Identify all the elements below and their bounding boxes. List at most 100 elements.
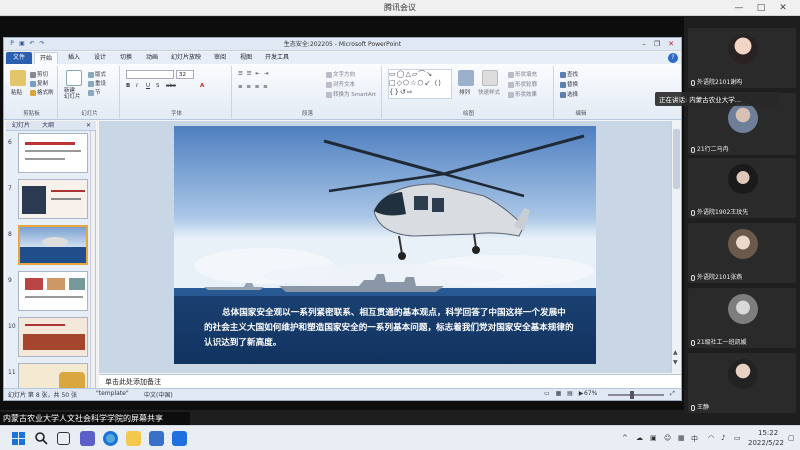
tab-review[interactable]: 审阅 [208, 52, 232, 64]
wifi-icon[interactable]: ◠ [708, 434, 714, 442]
thumbnail-scrollbar[interactable] [90, 131, 95, 389]
find-button[interactable]: 查找 [560, 70, 578, 78]
battery-icon[interactable]: ▭ [734, 434, 741, 442]
screen-share-text: 内蒙古农业大学人文社会科学学院的屏幕共享 [3, 414, 163, 423]
tab-animations[interactable]: 动画 [140, 52, 164, 64]
view-buttons[interactable]: ▭ ▦ ▤ ▶ [544, 390, 585, 397]
notification-icon[interactable]: ▢ [788, 434, 795, 442]
panel-close-icon[interactable]: ✕ [86, 121, 91, 131]
smartart-button[interactable]: 转换为 SmartArt [326, 90, 376, 98]
vertical-scrollbar[interactable]: ▲ ▼ [671, 121, 681, 373]
help-icon[interactable]: ? [668, 53, 678, 63]
tab-developer[interactable]: 开发工具 [260, 52, 294, 64]
close-button[interactable]: ✕ [777, 2, 789, 14]
avatar [728, 103, 758, 133]
bold-button[interactable]: B [126, 83, 130, 89]
participant-tile[interactable]: 21级社工一班凯媛 [688, 288, 796, 348]
zoom-slider-thumb[interactable] [630, 391, 634, 399]
search-icon[interactable] [34, 431, 49, 446]
tab-outline-panel[interactable]: 大纲 [42, 121, 54, 131]
fit-window-icon[interactable]: ⤢ [670, 390, 675, 398]
store-icon[interactable] [149, 431, 164, 446]
tab-home[interactable]: 开始 [34, 52, 58, 64]
theme-name: "template" [96, 390, 129, 397]
thumb-slide-8-selected[interactable] [18, 225, 88, 265]
start-icon[interactable] [11, 431, 26, 446]
italic-button[interactable]: I [136, 83, 138, 89]
replace-button[interactable]: 替换 [560, 80, 578, 88]
shadow-button[interactable]: S [156, 83, 160, 89]
strikethrough-button[interactable]: abc [166, 83, 176, 89]
scroll-thumb[interactable] [673, 129, 680, 189]
copy-button[interactable]: 复制 [30, 79, 48, 87]
next-slide-icon[interactable]: ▼ [673, 359, 678, 366]
ppt-minimize-icon[interactable]: – [639, 39, 649, 49]
reset-button[interactable]: 重设 [88, 79, 106, 87]
thumb-slide-6[interactable] [18, 133, 88, 173]
tray-cloud-icon[interactable]: ☁ [636, 434, 643, 442]
minimize-button[interactable]: — [733, 2, 745, 14]
tray-app-icon[interactable]: ▣ [650, 434, 657, 442]
participant-tile[interactable]: 王静 [688, 353, 796, 413]
format-painter-button[interactable]: 格式刷 [30, 88, 54, 96]
thumb-slide-11[interactable] [18, 363, 88, 389]
volume-icon[interactable]: ♪ [721, 434, 725, 442]
quick-styles-button[interactable]: 快速样式 [478, 88, 500, 96]
slide-number: 9 [8, 277, 12, 284]
edge-icon[interactable] [103, 431, 118, 446]
ppt-close-icon[interactable]: ✕ [666, 39, 676, 49]
tab-design[interactable]: 设计 [88, 52, 112, 64]
shape-outline-button[interactable]: 形状轮廓 [508, 80, 537, 88]
thumb-slide-10[interactable] [18, 317, 88, 357]
font-color-button[interactable]: A [200, 83, 204, 89]
shapes-gallery[interactable]: ▭◯△▱⌒↘ □◇⬠☆⬡↙ ⟨⟩{}↺⇨ [388, 69, 452, 99]
shape-effect-button[interactable]: 形状效果 [508, 90, 537, 98]
file-explorer-icon[interactable] [126, 431, 141, 446]
prev-slide-icon[interactable]: ▲ [673, 349, 678, 356]
zoom-slider[interactable] [608, 394, 664, 396]
tab-file[interactable]: 文件 [6, 52, 32, 64]
clock-date[interactable]: 2022/5/22 [748, 439, 784, 447]
align-buttons[interactable]: ≡ ≡ ≡ ≡ [238, 84, 269, 90]
select-button[interactable]: 选择 [560, 90, 578, 98]
ppt-restore-icon[interactable]: ❐ [652, 39, 662, 49]
tab-insert[interactable]: 插入 [62, 52, 86, 64]
thumb-slide-7[interactable] [18, 179, 88, 219]
current-slide[interactable]: 总体国家安全观以一系列紧密联系、相互贯通的基本观点，科学回答了中国这样一个发展中… [174, 126, 596, 364]
font-name-select[interactable] [126, 70, 174, 79]
tencent-meeting-icon[interactable] [172, 431, 187, 446]
tab-slideshow[interactable]: 幻灯片放映 [166, 52, 206, 64]
paste-button[interactable]: 粘贴 [11, 88, 22, 96]
notes-pane[interactable]: 单击此处添加备注 [99, 374, 681, 388]
group-editing: 查找 替换 选择 编辑 [556, 66, 606, 118]
meeting-title-bar: 腾讯会议 — □ ✕ [0, 0, 800, 16]
list-buttons[interactable]: ☰ ☰ ⇤ ⇥ [238, 71, 269, 77]
participant-tile[interactable]: 外语院2101张燕 [688, 223, 796, 283]
tray-app2-icon[interactable]: ▦ [678, 434, 685, 442]
new-slide-button[interactable]: 新建 幻灯片 [64, 88, 81, 100]
font-size-select[interactable]: 32 [176, 70, 194, 79]
participant-tile[interactable]: 外语院2101谢昀 [688, 28, 796, 88]
teams-icon[interactable] [80, 431, 95, 446]
underline-button[interactable]: U [146, 83, 150, 89]
tab-view[interactable]: 视图 [234, 52, 258, 64]
tray-chevron-icon[interactable]: ^ [622, 434, 628, 442]
tab-transitions[interactable]: 切换 [114, 52, 138, 64]
text-direction-button[interactable]: 文字方向 [326, 70, 355, 78]
cut-button[interactable]: 剪切 [30, 70, 48, 78]
section-button[interactable]: 节 [88, 88, 101, 96]
task-view-icon[interactable] [57, 432, 70, 445]
slide-editing-area: 总体国家安全观以一系列紧密联系、相互贯通的基本观点，科学回答了中国这样一个发展中… [99, 121, 671, 373]
arrange-button[interactable]: 排列 [459, 88, 470, 96]
tab-slides-panel[interactable]: 幻灯片 [12, 121, 30, 131]
shape-fill-button[interactable]: 形状填充 [508, 70, 537, 78]
maximize-button[interactable]: □ [755, 2, 767, 14]
thumb-slide-9[interactable] [18, 271, 88, 311]
align-text-button[interactable]: 对齐文本 [326, 80, 355, 88]
tray-user-icon[interactable]: ☺ [664, 434, 671, 442]
layout-button[interactable]: 版式 [88, 70, 106, 78]
paste-icon [10, 70, 26, 86]
input-language[interactable]: 中 [691, 434, 698, 444]
participant-tile[interactable]: 外语院1902王玟先 [688, 158, 796, 218]
clock-time[interactable]: 15:22 [758, 429, 778, 437]
